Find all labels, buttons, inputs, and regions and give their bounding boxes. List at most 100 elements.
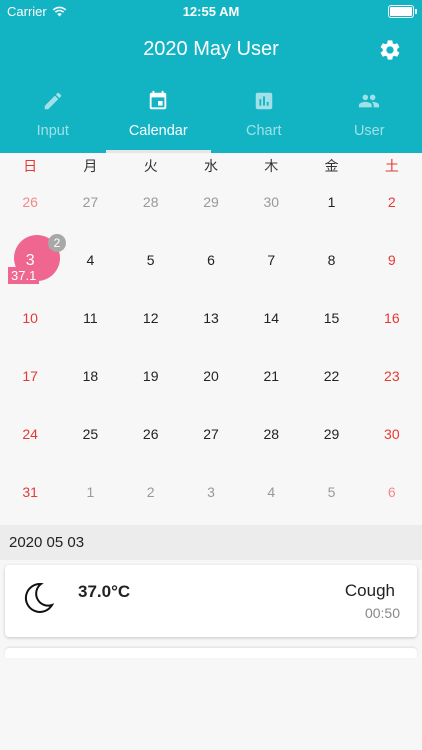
calendar-day[interactable]: 26 xyxy=(0,176,60,234)
day-number: 27 xyxy=(203,426,219,442)
calendar-day[interactable]: 15 xyxy=(301,292,361,350)
day-number: 3 xyxy=(207,484,215,500)
day-number: 23 xyxy=(384,368,400,384)
calendar-day[interactable]: 7 xyxy=(241,234,301,292)
tab-user[interactable]: User xyxy=(317,84,422,153)
calendar-grid: 26 27 28 29 30 1 2 3 2 37.1 4 5 6 7 8 9 10 11 12 13 14 15 16 17… xyxy=(0,176,422,524)
calendar-day[interactable]: 4 xyxy=(241,466,301,524)
calendar-day[interactable]: 10 xyxy=(0,292,60,350)
calendar-day[interactable]: 3 xyxy=(181,466,241,524)
day-number: 31 xyxy=(22,484,38,500)
calendar-week-row: 31 1 2 3 4 5 6 xyxy=(0,466,422,524)
calendar-icon xyxy=(150,90,167,110)
record-symptom: Cough xyxy=(344,581,395,600)
day-number: 30 xyxy=(263,194,280,210)
calendar-day[interactable]: 28 xyxy=(241,408,301,466)
calendar: 日 月 火 水 木 金 土 26 27 28 29 30 1 2 3 2 37.1 4 5 6 7 8 9 10… xyxy=(0,153,422,525)
calendar-day[interactable]: 29 xyxy=(181,176,241,234)
day-number: 22 xyxy=(323,368,340,384)
calendar-day[interactable]: 27 xyxy=(60,176,120,234)
calendar-day[interactable]: 16 xyxy=(362,292,422,350)
tab-input[interactable]: Input xyxy=(0,84,106,153)
day-number: 27 xyxy=(82,194,99,210)
calendar-week-row: 24 25 26 27 28 29 30 xyxy=(0,408,422,466)
day-number: 18 xyxy=(82,368,99,384)
calendar-day[interactable]: 26 xyxy=(121,408,181,466)
day-number: 20 xyxy=(203,368,219,384)
calendar-day[interactable]: 6 xyxy=(181,234,241,292)
calendar-day[interactable]: 2 xyxy=(121,466,181,524)
calendar-day[interactable]: 6 xyxy=(362,466,422,524)
calendar-day[interactable]: 14 xyxy=(241,292,301,350)
calendar-day[interactable]: 19 xyxy=(121,350,181,408)
day-number: 28 xyxy=(263,426,280,442)
calendar-day[interactable]: 20 xyxy=(181,350,241,408)
day-number: 15 xyxy=(323,310,340,326)
day-number: 19 xyxy=(142,368,159,384)
calendar-day[interactable]: 4 xyxy=(60,234,120,292)
calendar-day[interactable]: 29 xyxy=(301,408,361,466)
calendar-day[interactable]: 2 xyxy=(362,176,422,234)
calendar-day[interactable]: 13 xyxy=(181,292,241,350)
calendar-day[interactable]: 17 xyxy=(0,350,60,408)
day-number: 21 xyxy=(263,368,280,384)
calendar-day[interactable]: 21 xyxy=(241,350,301,408)
weekday-label: 土 xyxy=(384,158,399,174)
day-number: 8 xyxy=(327,252,336,268)
day-number: 1 xyxy=(86,484,95,500)
day-number: 12 xyxy=(142,310,159,326)
calendar-day[interactable]: 1 xyxy=(301,176,361,234)
calendar-day[interactable]: 5 xyxy=(301,466,361,524)
day-number: 13 xyxy=(203,310,219,326)
weekday-label: 水 xyxy=(203,158,218,174)
day-number: 6 xyxy=(207,252,215,268)
calendar-day[interactable]: 27 xyxy=(181,408,241,466)
day-number: 2 xyxy=(387,194,396,210)
app-header: Carrier 12:55 AM 2020 May User Input Cal… xyxy=(0,0,422,153)
pencil-icon xyxy=(44,92,62,110)
day-number: 9 xyxy=(387,252,396,268)
calendar-day-selected[interactable]: 3 2 37.1 xyxy=(0,234,66,292)
calendar-day[interactable]: 28 xyxy=(121,176,181,234)
calendar-day[interactable]: 31 xyxy=(0,466,60,524)
calendar-day[interactable]: 30 xyxy=(241,176,301,234)
people-icon xyxy=(359,94,380,108)
weekday-label: 日 xyxy=(23,158,38,174)
day-number: 4 xyxy=(267,484,276,500)
calendar-day[interactable]: 5 xyxy=(121,234,181,292)
day-number: 26 xyxy=(22,194,38,210)
calendar-day[interactable]: 24 xyxy=(0,408,60,466)
day-number: 17 xyxy=(22,368,38,384)
day-number: 26 xyxy=(142,426,159,442)
calendar-week-row: 17 18 19 20 21 22 23 xyxy=(0,350,422,408)
day-number: 16 xyxy=(384,310,400,326)
battery-icon xyxy=(388,5,417,18)
day-number: 29 xyxy=(323,426,340,442)
calendar-day[interactable]: 8 xyxy=(301,234,361,292)
calendar-day[interactable]: 12 xyxy=(121,292,181,350)
weekday-label: 木 xyxy=(264,158,279,174)
record-card[interactable] xyxy=(5,648,417,658)
page-title: 2020 May User xyxy=(143,38,279,60)
day-number: 14 xyxy=(263,310,280,326)
calendar-day[interactable]: 9 xyxy=(362,234,422,292)
record-card[interactable]: 37.0°C Cough 00:50 xyxy=(5,565,417,637)
calendar-day[interactable]: 18 xyxy=(60,350,120,408)
calendar-day[interactable]: 1 xyxy=(60,466,120,524)
gear-icon[interactable] xyxy=(378,38,402,62)
day-number: 6 xyxy=(387,484,396,500)
day-number: 11 xyxy=(83,310,98,326)
calendar-day[interactable]: 25 xyxy=(60,408,120,466)
weekday-header: 日 月 火 水 木 金 土 xyxy=(0,156,422,176)
day-number: 10 xyxy=(22,310,38,326)
tab-chart[interactable]: Chart xyxy=(211,84,317,153)
weekday-label: 月 xyxy=(83,158,98,174)
calendar-day[interactable]: 22 xyxy=(301,350,361,408)
tab-calendar[interactable]: Calendar xyxy=(105,84,212,153)
day-number: 1 xyxy=(327,194,336,210)
record-count-badge: 2 xyxy=(48,234,66,252)
calendar-day[interactable]: 30 xyxy=(362,408,422,466)
calendar-day[interactable]: 23 xyxy=(362,350,422,408)
calendar-day[interactable]: 11 xyxy=(60,292,120,350)
tab-input-label: Input xyxy=(36,123,69,139)
